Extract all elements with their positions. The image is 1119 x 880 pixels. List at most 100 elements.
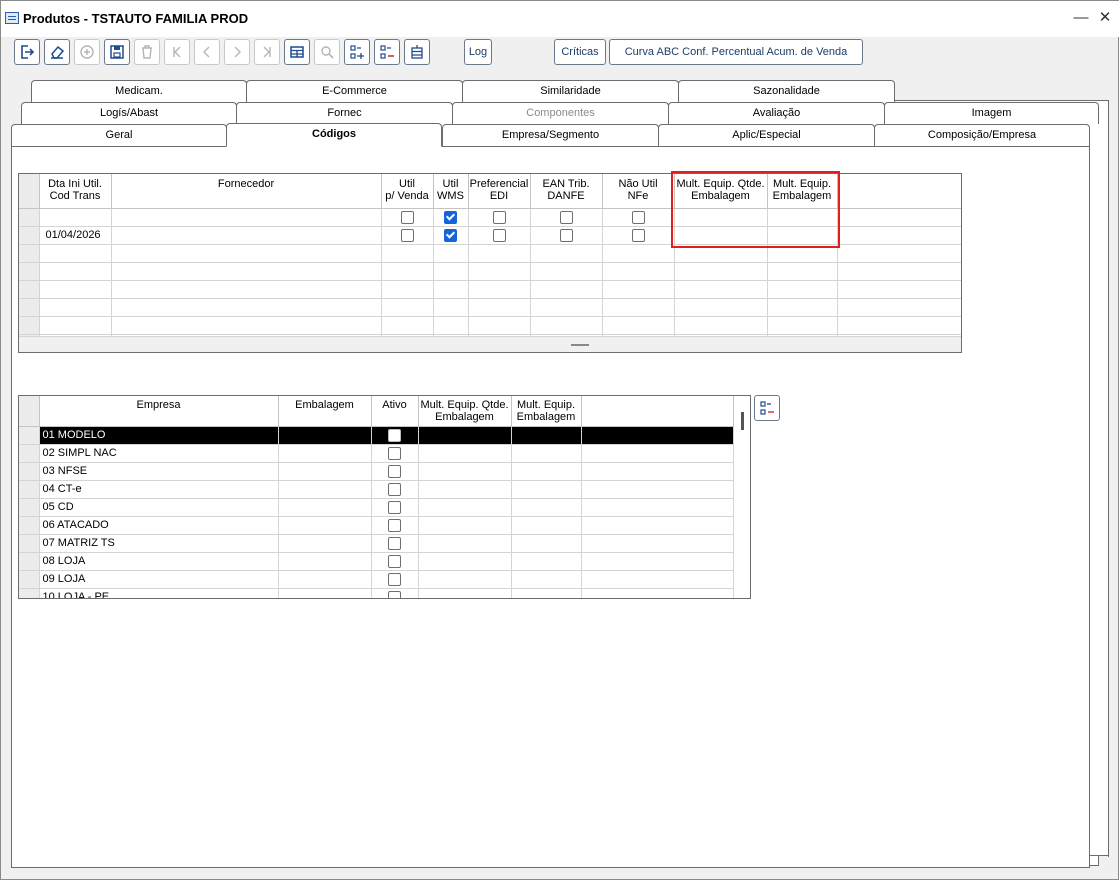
mult-emb-cell[interactable]	[511, 534, 582, 553]
col-dta-ini-util[interactable]: Dta Ini Util. Cod Trans	[39, 174, 112, 209]
table-row[interactable]: 10 LOJA - PE	[19, 588, 734, 598]
mult-qtde-cell[interactable]	[418, 570, 512, 589]
embalagem-cell[interactable]	[278, 534, 372, 553]
empty-cell[interactable]	[767, 316, 838, 335]
empty-cell[interactable]	[602, 280, 675, 299]
mult-qtde-cell[interactable]	[418, 498, 512, 517]
mult-emb-cell[interactable]	[511, 552, 582, 571]
fornecedor-cell[interactable]	[111, 226, 382, 245]
list-add-button[interactable]	[344, 39, 370, 65]
table-row[interactable]: 03 NFSE	[19, 462, 734, 481]
add-button[interactable]	[74, 39, 100, 65]
delete-button[interactable]	[134, 39, 160, 65]
empty-cell[interactable]	[767, 280, 838, 299]
empty-cell[interactable]	[111, 262, 382, 281]
col-empresa[interactable]: Empresa	[39, 396, 279, 427]
empty-cell[interactable]	[468, 280, 531, 299]
mult-emb-cell[interactable]	[511, 462, 582, 481]
cl-cell[interactable]	[837, 208, 961, 227]
fornecedor-cell[interactable]	[111, 208, 382, 227]
ativo-checkbox[interactable]	[388, 482, 401, 496]
ativo-checkbox[interactable]	[388, 536, 401, 550]
empty-cell[interactable]	[39, 316, 112, 335]
embalagem-cell[interactable]	[278, 480, 372, 499]
clear-button[interactable]	[44, 39, 70, 65]
tab-codigos[interactable]: Códigos	[226, 123, 442, 147]
log-button[interactable]: Log	[464, 39, 492, 65]
empty-cell[interactable]	[837, 262, 961, 281]
empty-cell[interactable]	[433, 262, 469, 281]
mult-qtde-cell[interactable]	[418, 426, 512, 445]
ativo-checkbox[interactable]	[388, 464, 401, 478]
row-header[interactable]	[19, 316, 40, 335]
row-header[interactable]	[19, 552, 40, 571]
list-remove-button[interactable]	[374, 39, 400, 65]
empty-table-row[interactable]	[19, 298, 961, 317]
empty-table-row[interactable]	[19, 280, 961, 299]
embalagem-cell[interactable]	[278, 462, 372, 481]
tab-similaridade[interactable]: Similaridade	[462, 80, 679, 102]
previous-record-button[interactable]	[194, 39, 220, 65]
table-row[interactable]: 07 MATRIZ TS	[19, 534, 734, 553]
nao-util-nfe-checkbox[interactable]	[631, 228, 645, 242]
empty-cell[interactable]	[111, 298, 382, 317]
empty-cell[interactable]	[39, 298, 112, 317]
embalagem-cell[interactable]	[278, 516, 372, 535]
embalagem-cell[interactable]	[278, 588, 372, 598]
empty-cell[interactable]	[468, 262, 531, 281]
ean-trib-danfe-checkbox[interactable]	[559, 210, 573, 224]
dta-cell[interactable]	[39, 208, 112, 227]
row-header[interactable]	[19, 480, 40, 499]
empty-cell[interactable]	[674, 262, 768, 281]
empresa-cell[interactable]: 03 NFSE	[39, 462, 279, 481]
embalagem-cell[interactable]	[278, 552, 372, 571]
ativo-checkbox[interactable]	[388, 590, 401, 598]
first-record-button[interactable]	[164, 39, 190, 65]
col-ativo[interactable]: Ativo	[371, 396, 419, 427]
col-util-venda[interactable]: Util p/ Venda	[381, 174, 434, 209]
mult-emb-cell[interactable]	[511, 588, 582, 598]
mult-qtde-cell[interactable]	[418, 480, 512, 499]
row-header[interactable]	[19, 244, 40, 263]
empresa-cell[interactable]: 01 MODELO	[39, 426, 279, 445]
tab-sazonalidade[interactable]: Sazonalidade	[678, 80, 895, 102]
empty-cell[interactable]	[111, 280, 382, 299]
util-wms-checkbox[interactable]	[444, 210, 457, 224]
empty-cell[interactable]	[381, 316, 434, 335]
mult-qtde-cell[interactable]	[418, 462, 512, 481]
empty-cell[interactable]	[530, 298, 603, 317]
last-record-button[interactable]	[254, 39, 280, 65]
ativo-checkbox[interactable]	[388, 428, 401, 442]
table-row[interactable]: 08 LOJA	[19, 552, 734, 571]
empresa-list-remove-button[interactable]	[754, 395, 780, 421]
preferencial-edi-checkbox[interactable]	[492, 228, 506, 242]
empty-cell[interactable]	[433, 298, 469, 317]
empty-cell[interactable]	[767, 298, 838, 317]
tab-avaliacao[interactable]: Avaliação	[668, 102, 885, 124]
row-header[interactable]	[19, 280, 40, 299]
table-row[interactable]: 01 MODELO	[19, 426, 734, 445]
empty-cell[interactable]	[111, 244, 382, 263]
exit-button[interactable]	[14, 39, 40, 65]
empty-cell[interactable]	[837, 316, 961, 335]
empty-cell[interactable]	[381, 262, 434, 281]
empty-cell[interactable]	[433, 244, 469, 263]
table-row[interactable]: 04 CT-e	[19, 480, 734, 499]
mult-qtde-cell[interactable]	[418, 444, 512, 463]
criticas-button[interactable]: Críticas	[554, 39, 606, 65]
empty-cell[interactable]	[468, 316, 531, 335]
close-icon[interactable]: ✕	[1095, 9, 1115, 29]
col-cl[interactable]: Cl	[837, 174, 961, 209]
tab-composicao-empresa[interactable]: Composição/Empresa	[874, 124, 1090, 146]
table-row[interactable]: 06 ATACADO	[19, 516, 734, 535]
ativo-checkbox[interactable]	[388, 572, 401, 586]
util-venda-checkbox[interactable]	[400, 228, 414, 242]
col-mult-equip-qtde-embalagem[interactable]: Mult. Equip. Qtde. Embalagem	[418, 396, 512, 427]
row-header[interactable]	[19, 262, 40, 281]
table-row[interactable]: 02 SIMPL NAC	[19, 444, 734, 463]
empresa-cell[interactable]: 05 CD	[39, 498, 279, 517]
empresa-cell[interactable]: 04 CT-e	[39, 480, 279, 499]
empty-cell[interactable]	[39, 262, 112, 281]
mult-emb-cell[interactable]	[511, 516, 582, 535]
mult-emb-cell[interactable]	[511, 480, 582, 499]
